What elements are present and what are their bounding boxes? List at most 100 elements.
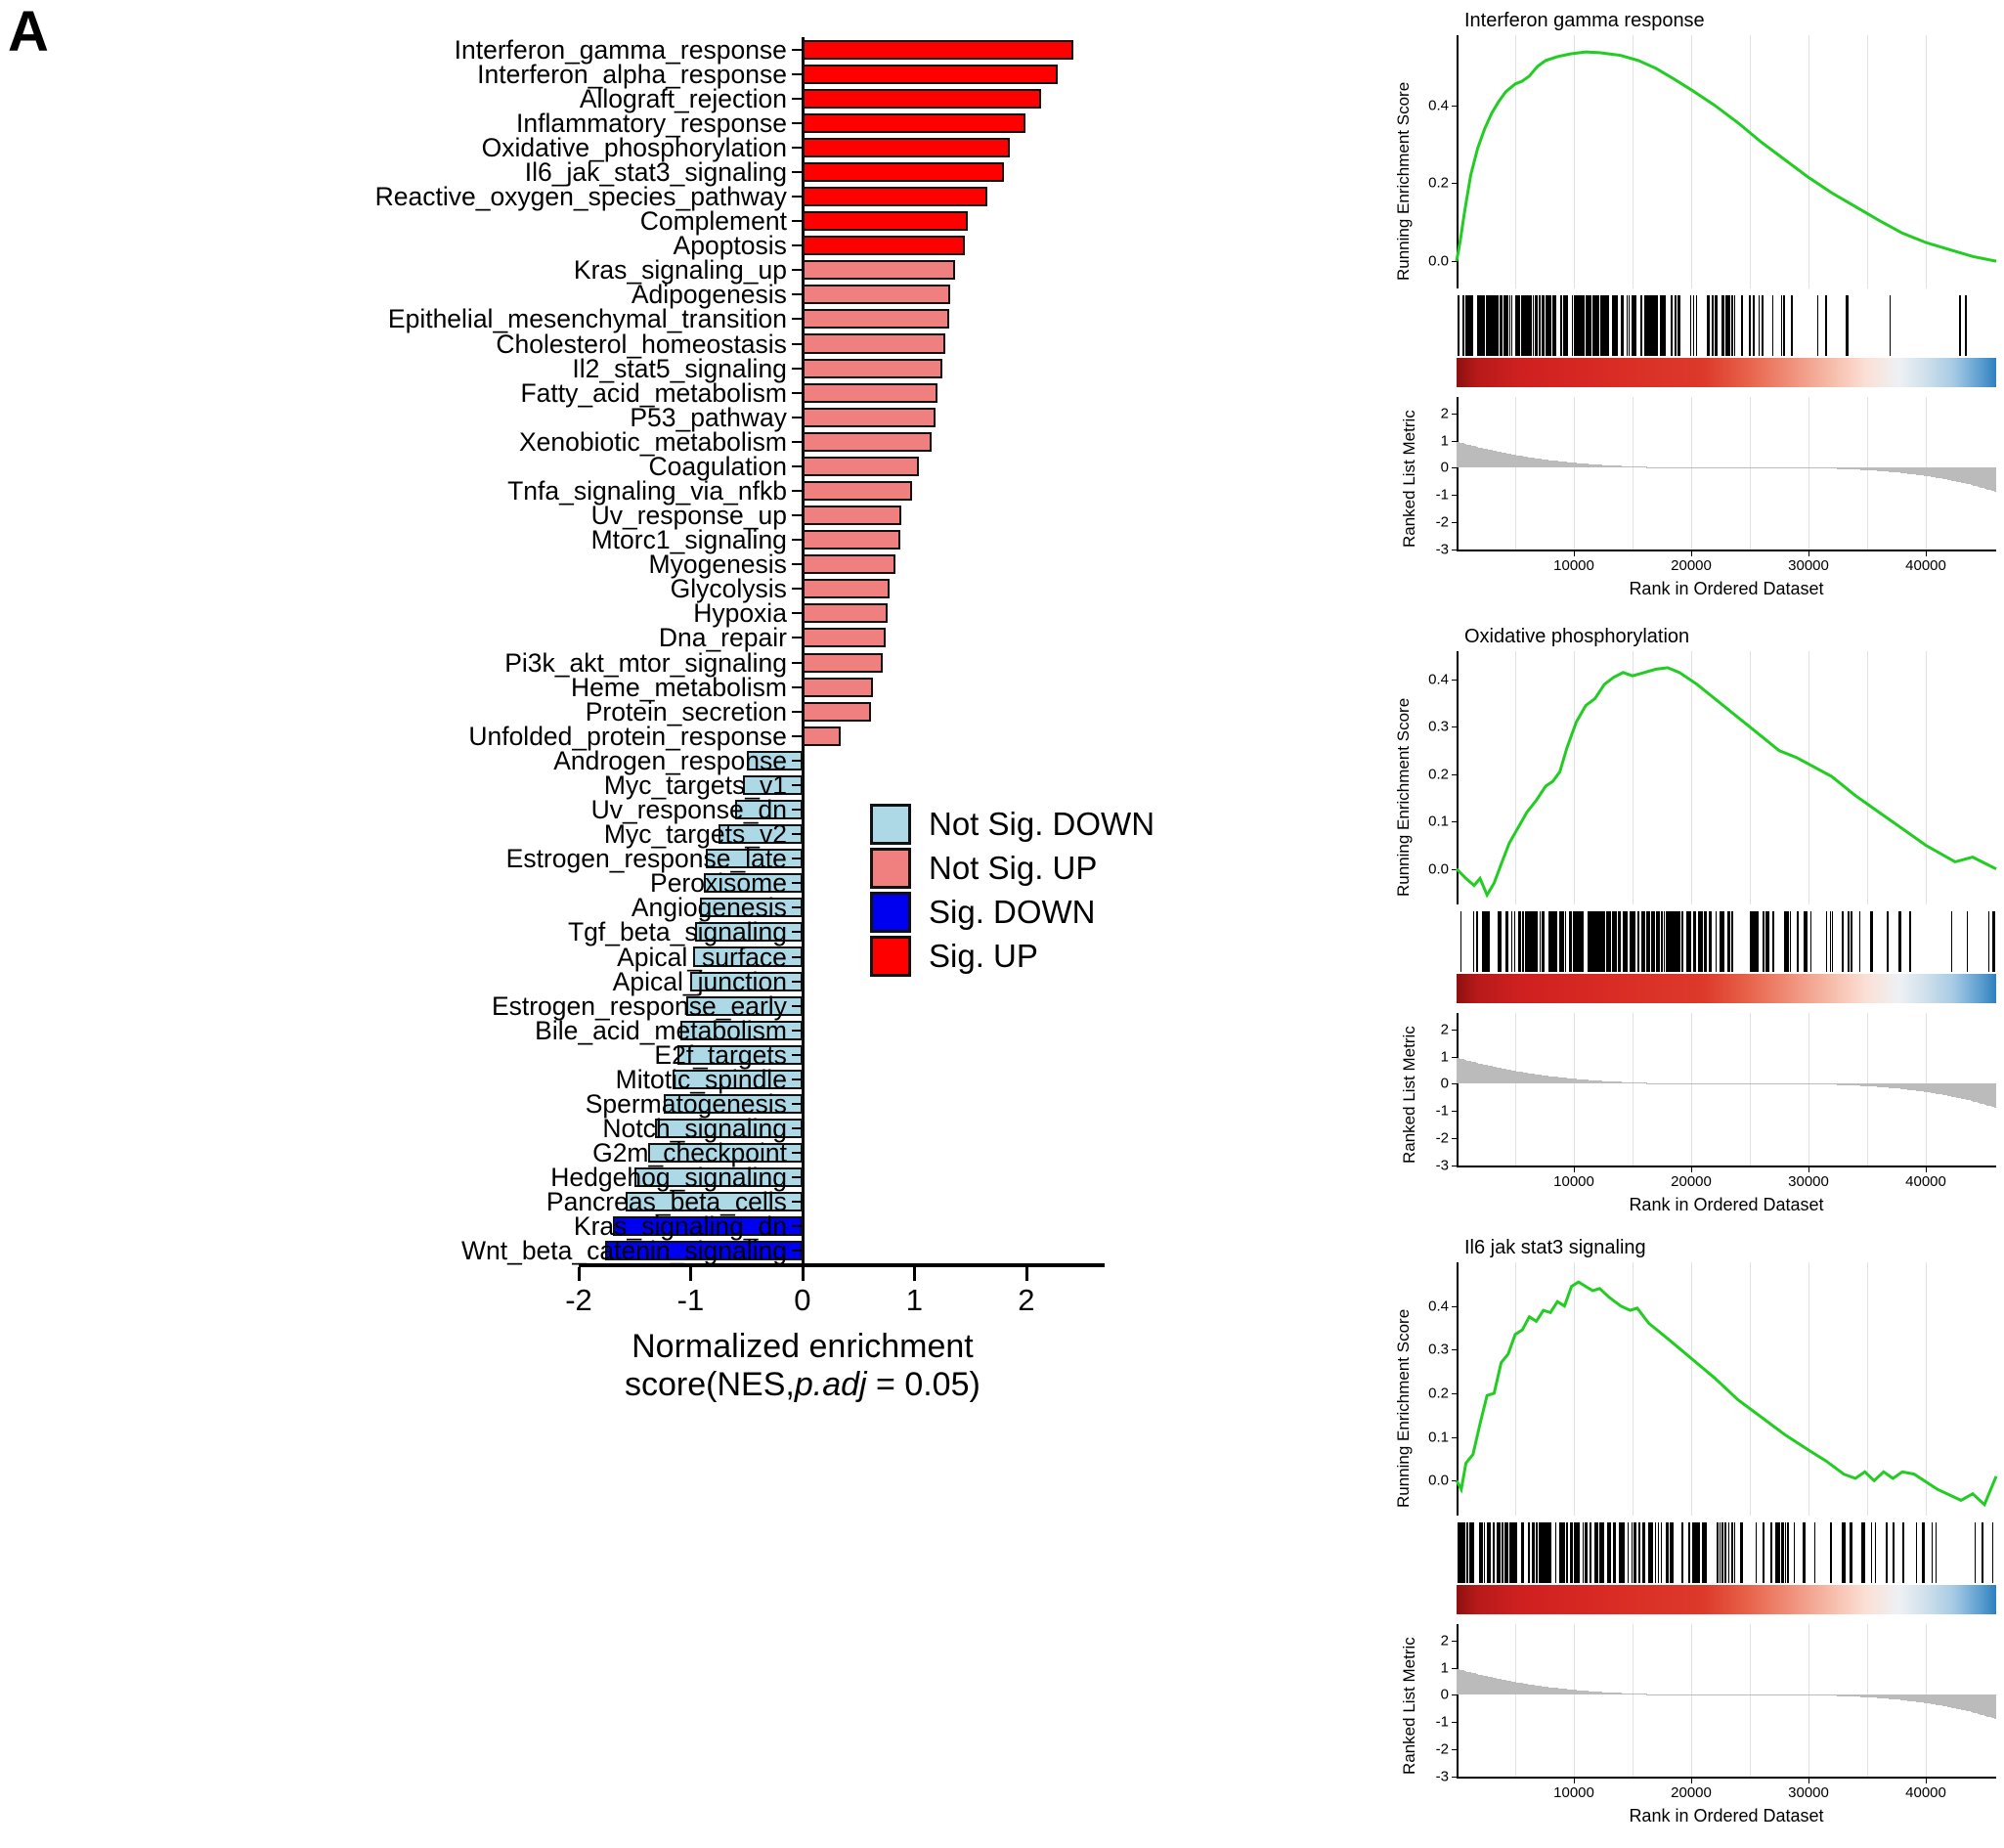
bar <box>802 407 937 427</box>
metric-y-tick-label: -2 <box>1435 1129 1449 1147</box>
metric-x-axis <box>1457 550 1996 551</box>
x-axis-title-padj: p.adj <box>794 1366 867 1404</box>
y-tick <box>791 220 802 223</box>
gene-hit-rug <box>1457 911 1996 972</box>
x-tick-label: 20000 <box>1671 1784 1712 1801</box>
x-tick-label: 30000 <box>1788 1173 1829 1190</box>
gsea-x-axis-label: Rank in Ordered Dataset <box>1629 1806 1824 1826</box>
metric-y-axis-label: Ranked List Metric <box>1400 1637 1418 1775</box>
y-tick <box>791 121 802 124</box>
metric-y-tick-label: 0 <box>1440 1075 1449 1092</box>
x-axis-title-pre: score(NES, <box>625 1366 795 1404</box>
y-tick <box>791 1152 802 1155</box>
metric-y-tick-label: 1 <box>1440 1659 1449 1677</box>
legend-swatch <box>870 847 911 889</box>
x-tick <box>1574 551 1575 556</box>
x-tick <box>1691 551 1692 556</box>
y-tick <box>791 1004 802 1007</box>
bar <box>802 333 946 354</box>
metric-y-axis-label: Ranked List Metric <box>1400 410 1418 548</box>
x-tick-label: 2 <box>1018 1283 1035 1317</box>
y-tick <box>791 685 802 688</box>
x-tick-label: 40000 <box>1905 1784 1946 1801</box>
y-tick <box>791 1078 802 1080</box>
rank-colorbar <box>1457 1585 1996 1614</box>
bar <box>802 456 919 476</box>
y-tick <box>791 612 802 615</box>
y-tick <box>791 980 802 983</box>
legend: Not Sig. DOWN Not Sig. UP Sig. DOWN Sig. UP <box>870 802 1154 978</box>
y-tick <box>791 440 802 443</box>
y-tick <box>791 783 802 786</box>
metric-y-tick-label: 1 <box>1440 432 1449 450</box>
gsea-x-axis-label: Rank in Ordered Dataset <box>1629 579 1824 598</box>
x-tick <box>1024 1267 1028 1281</box>
bar <box>802 726 841 746</box>
legend-label: Sig. DOWN <box>929 894 1096 930</box>
ranked-metric-area <box>1457 1013 1996 1166</box>
bar <box>802 285 951 305</box>
x-tick <box>578 1267 581 1281</box>
x-tick <box>689 1267 693 1281</box>
gsea-plot: Il6 jak stat3 signaling 0.0 0.1 0.2 0.3 0.4 Ru… <box>1339 1237 2004 1833</box>
metric-x-axis <box>1457 1777 1996 1779</box>
x-tick-label: 20000 <box>1671 1173 1712 1190</box>
ranked-metric-area <box>1457 397 1996 550</box>
bar <box>802 701 871 722</box>
metric-y-tick-label: 0 <box>1440 1686 1449 1703</box>
gsea-plot: Interferon gamma response 0.0 0.2 0.4 Runnin… <box>1339 10 2004 606</box>
y-tick <box>791 882 802 885</box>
legend-swatch <box>870 935 911 977</box>
bar <box>802 382 938 403</box>
bar <box>802 236 965 256</box>
panel-b: B Interferon gamma response0.00.20.4Runn… <box>1339 0 2004 1848</box>
x-tick <box>1574 1779 1575 1783</box>
x-tick <box>1808 1779 1809 1783</box>
x-axis-title-line1: Normalized enrichment <box>632 1328 974 1365</box>
y-tick <box>791 244 802 247</box>
x-tick-label: 20000 <box>1671 557 1712 574</box>
bar <box>802 88 1041 109</box>
y-tick <box>791 1225 802 1228</box>
x-tick <box>1808 551 1809 556</box>
x-tick <box>1926 1167 1927 1172</box>
bar <box>802 64 1058 84</box>
x-tick-label: 10000 <box>1553 1784 1594 1801</box>
bar <box>802 652 884 673</box>
y-tick <box>791 931 802 934</box>
metric-y-tick-label: -2 <box>1435 513 1449 531</box>
y-tick <box>791 318 802 321</box>
x-tick <box>801 1267 805 1281</box>
y-tick <box>791 416 802 418</box>
nes-bar-chart: Interferon_gamma_response Interferon_alph… <box>0 29 1105 1403</box>
x-axis-title: Normalized enrichment score(NES,p.adj = 0… <box>490 1328 1115 1404</box>
x-tick-label: -1 <box>676 1283 705 1317</box>
x-axis-title-post: = 0.05) <box>866 1366 980 1404</box>
metric-x-axis <box>1457 1166 1996 1167</box>
x-tick <box>1691 1167 1692 1172</box>
x-tick-label: 30000 <box>1788 557 1829 574</box>
y-tick <box>791 710 802 713</box>
metric-y-tick-label: -1 <box>1435 1102 1449 1120</box>
y-tick <box>791 464 802 467</box>
legend-item: Sig. UP <box>870 934 1154 978</box>
metric-y-tick-label: 1 <box>1440 1048 1449 1066</box>
bar <box>802 211 969 232</box>
bar <box>802 39 1073 60</box>
gene-hit-rug <box>1457 1522 1996 1583</box>
bar <box>802 309 949 330</box>
y-tick <box>791 955 802 958</box>
y-tick <box>791 906 802 909</box>
x-tick <box>1926 1779 1927 1783</box>
bar <box>802 431 932 452</box>
y-tick <box>791 342 802 345</box>
y-tick <box>791 97 802 100</box>
y-tick <box>791 1102 802 1105</box>
y-tick <box>791 269 802 272</box>
y-tick <box>791 391 802 394</box>
ranked-metric-area <box>1457 1624 1996 1777</box>
y-tick <box>791 637 802 639</box>
category-label: Wnt_beta_catenin_signaling <box>460 1236 787 1266</box>
x-tick-label: 30000 <box>1788 1784 1829 1801</box>
metric-y-axis-label: Ranked List Metric <box>1400 1026 1418 1164</box>
